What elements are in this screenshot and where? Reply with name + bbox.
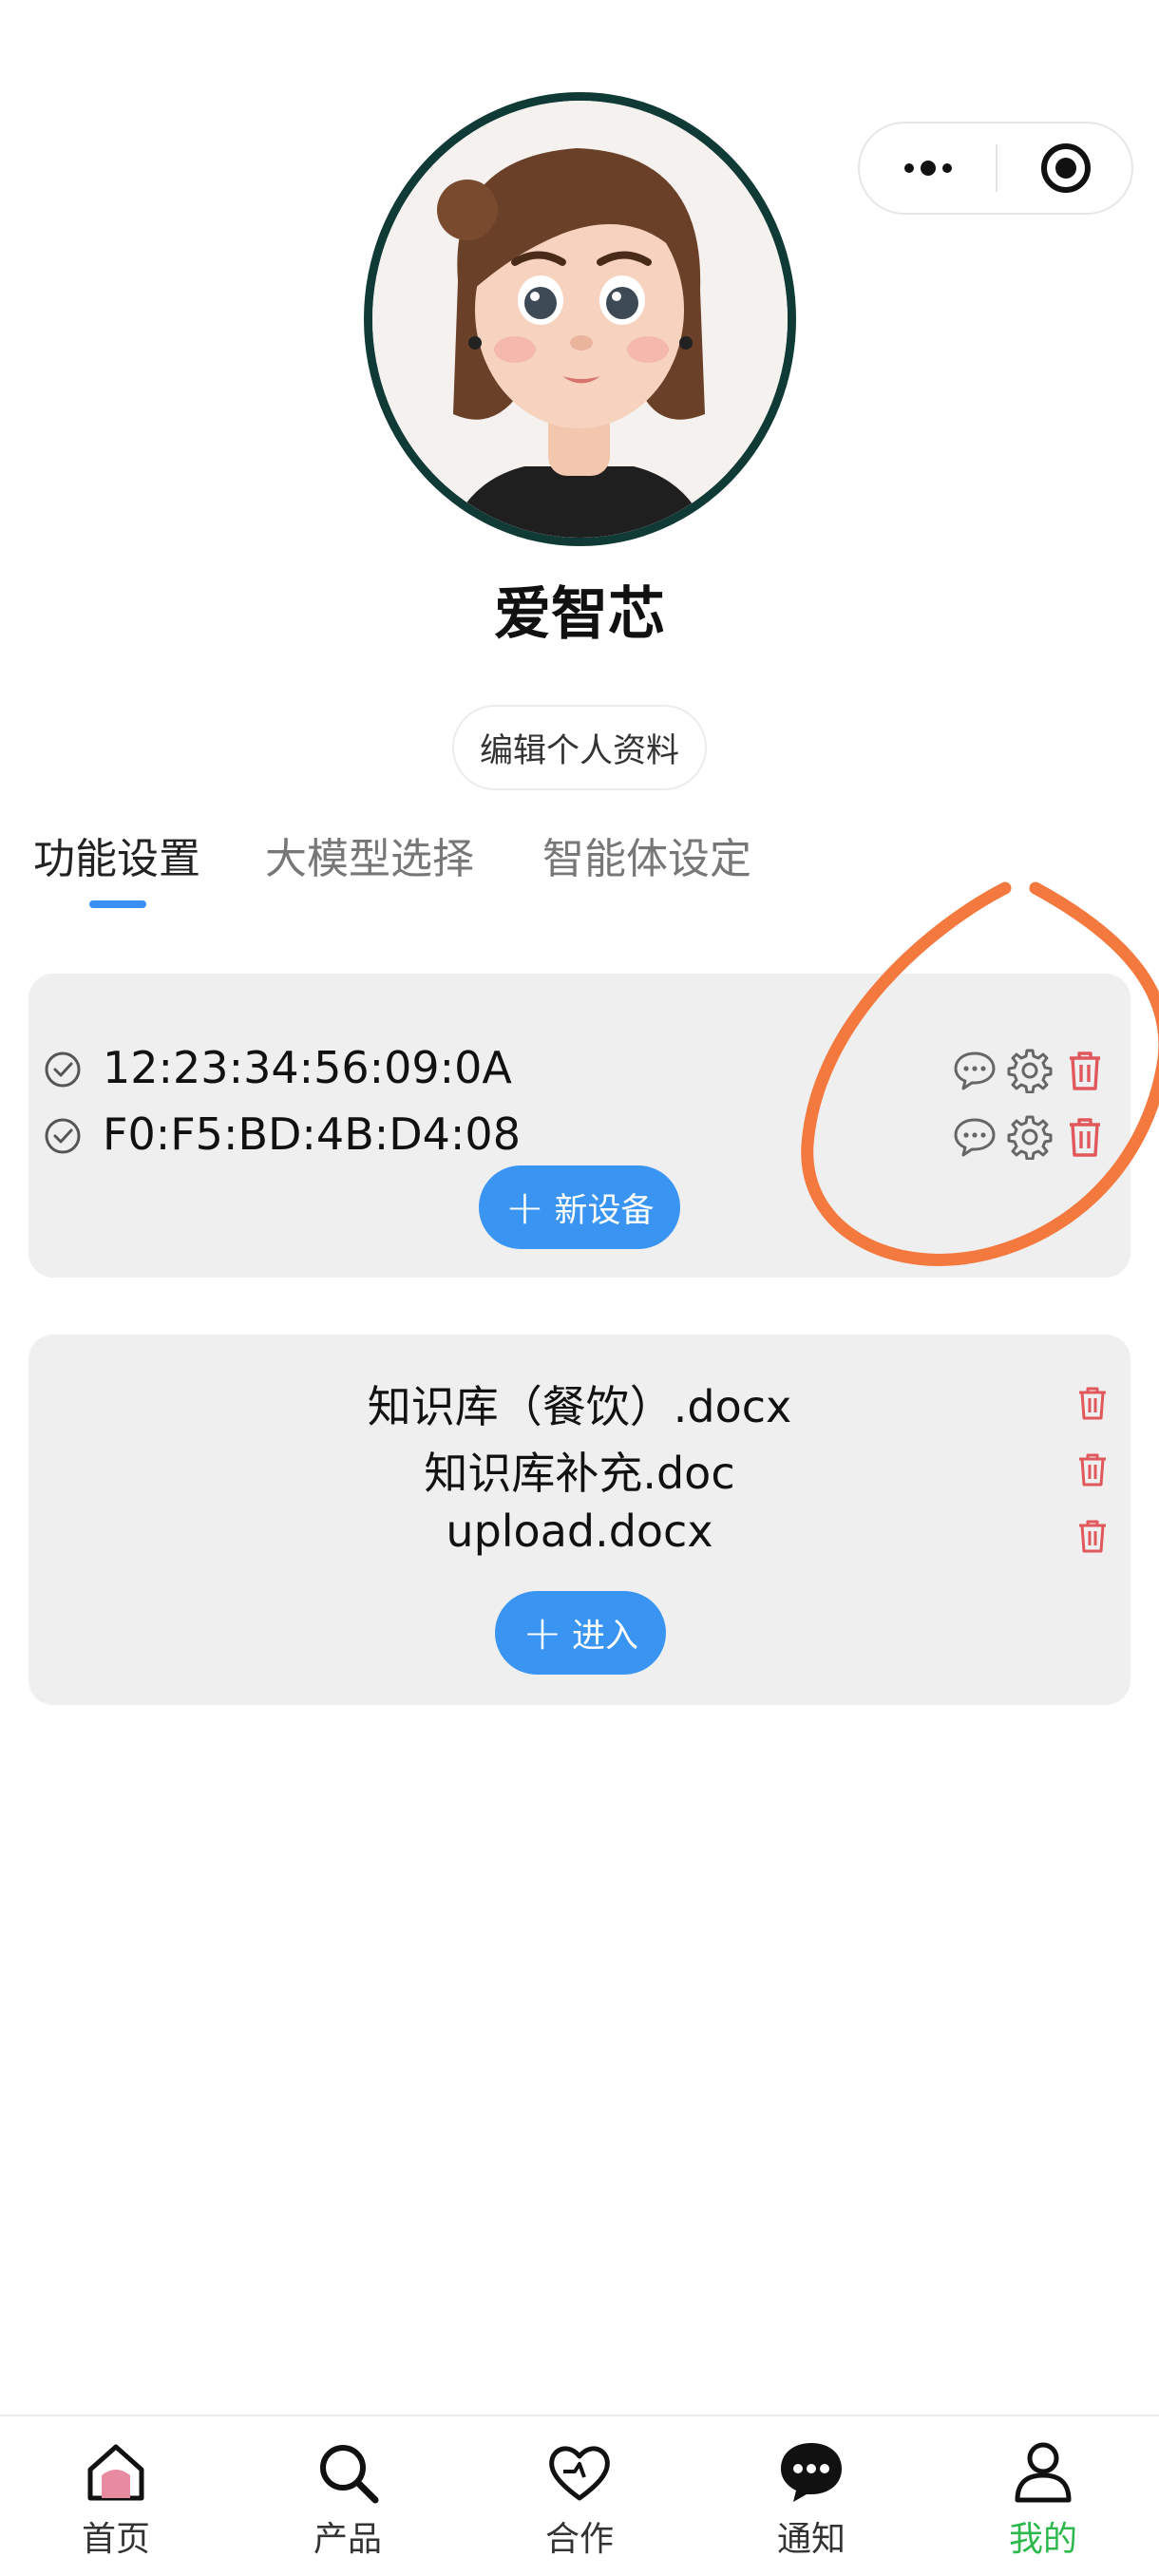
tabbar-label: 合作	[544, 2520, 614, 2559]
chat-bubble-icon	[781, 2443, 842, 2502]
home-icon	[87, 2444, 144, 2501]
search-icon	[320, 2445, 379, 2504]
file-row: 知识库（餐饮）.docx	[28, 1369, 1130, 1435]
chat-icon[interactable]	[952, 1114, 998, 1160]
tabbar-notifications[interactable]: 通知	[695, 2416, 927, 2576]
enter-label: 进入	[571, 1617, 638, 1656]
active-tab-indicator	[89, 900, 146, 908]
edit-profile-button[interactable]: 编辑个人资料	[452, 705, 707, 790]
tabbar-products[interactable]: 产品	[232, 2416, 464, 2576]
trash-icon[interactable]	[1062, 1048, 1108, 1093]
tab-function-settings[interactable]: 功能设置	[33, 824, 200, 885]
add-device-label: 新设备	[554, 1191, 655, 1230]
trash-icon[interactable]	[1074, 1450, 1112, 1488]
close-button[interactable]	[998, 123, 1133, 213]
chat-icon[interactable]	[952, 1048, 998, 1093]
file-name[interactable]: 知识库（餐饮）.docx	[28, 1373, 1130, 1435]
add-device-button[interactable]: + 新设备	[479, 1165, 680, 1249]
device-card: 12:23:34:56:09:0A F0:F5:BD:4B:D4:08 + 新设…	[28, 974, 1130, 1278]
enter-button[interactable]: + 进入	[495, 1591, 666, 1675]
avatar[interactable]	[364, 92, 796, 546]
trash-icon[interactable]	[1062, 1114, 1108, 1160]
tabbar-label: 产品	[313, 2520, 382, 2559]
device-row: F0:F5:BD:4B:D4:08	[28, 1103, 1130, 1169]
tabbar-cooperation[interactable]: 合作	[464, 2416, 695, 2576]
gear-icon[interactable]	[1007, 1048, 1053, 1093]
file-name[interactable]: 知识库补充.doc	[28, 1439, 1130, 1502]
profile-nickname: 爱智芯	[494, 581, 665, 648]
more-button[interactable]	[860, 123, 997, 213]
tabbar-mine[interactable]: 我的	[927, 2416, 1159, 2576]
target-close-icon	[1040, 143, 1091, 193]
file-row: 知识库补充.doc	[28, 1435, 1130, 1502]
avatar-illustration	[372, 101, 788, 538]
user-icon	[1015, 2442, 1072, 2503]
tab-agent-settings[interactable]: 智能体设定	[542, 824, 751, 885]
gear-icon[interactable]	[1007, 1114, 1053, 1160]
trash-icon[interactable]	[1074, 1384, 1112, 1422]
knowledge-card: 知识库（餐饮）.docx 知识库补充.doc upload.docx + 进入	[28, 1335, 1130, 1705]
plus-icon: +	[522, 1605, 562, 1660]
tabbar-home[interactable]: 首页	[0, 2416, 232, 2576]
more-dots-icon	[904, 161, 952, 176]
trash-icon[interactable]	[1074, 1517, 1112, 1555]
check-circle-icon	[45, 1051, 81, 1088]
bottom-tab-bar: 首页 产品 合作 通知 我的	[0, 2415, 1159, 2576]
heart-icon	[549, 2446, 610, 2501]
capsule-menu	[858, 122, 1133, 215]
device-mac: 12:23:34:56:09:0A	[103, 1042, 512, 1093]
plus-icon: +	[504, 1180, 545, 1235]
tab-model-selection[interactable]: 大模型选择	[265, 824, 474, 885]
check-circle-icon	[45, 1118, 81, 1154]
tabbar-label: 首页	[81, 2520, 150, 2559]
settings-tabs: 功能设置 大模型选择 智能体设定	[0, 824, 1159, 900]
file-row: upload.docx	[28, 1502, 1130, 1568]
device-row: 12:23:34:56:09:0A	[28, 1036, 1130, 1103]
tabbar-label: 通知	[776, 2520, 846, 2559]
tabbar-label: 我的	[1008, 2520, 1077, 2559]
device-mac: F0:F5:BD:4B:D4:08	[103, 1108, 521, 1160]
file-name[interactable]: upload.docx	[28, 1506, 1130, 1557]
